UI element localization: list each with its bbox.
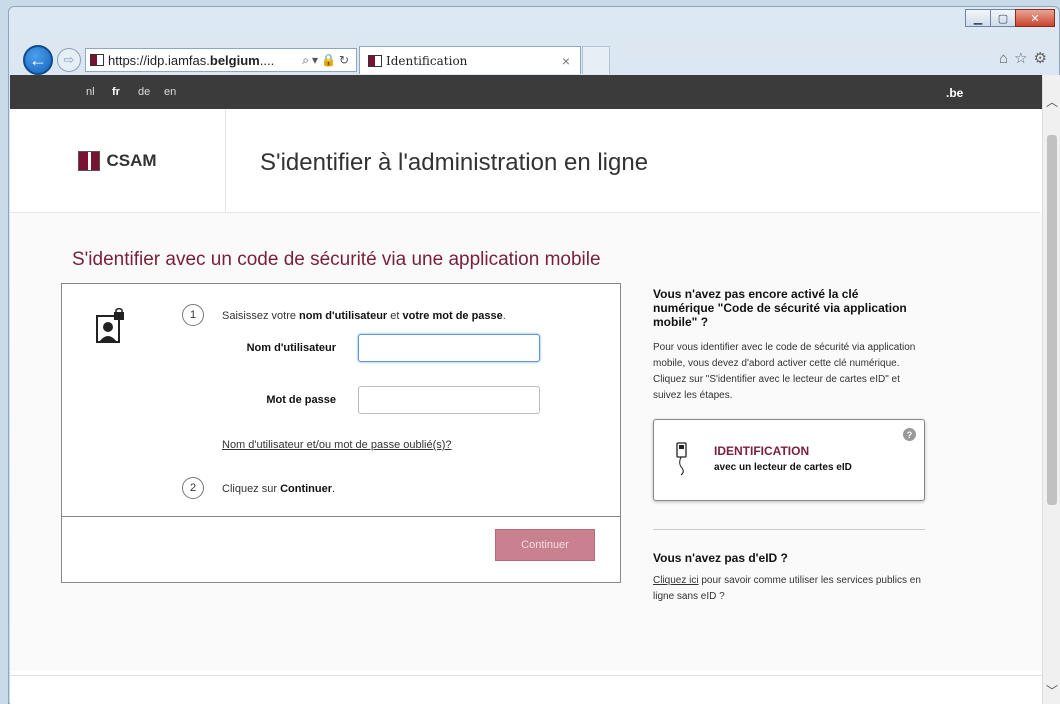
main-content: S'identifier avec un code de sécurité vi…	[10, 213, 1042, 671]
activation-heading: Vous n'avez pas encore activé la clé num…	[653, 287, 907, 329]
settings-gear-icon[interactable]: ⚙	[1034, 50, 1053, 67]
lang-de[interactable]: de	[138, 86, 150, 98]
dropdown-icon[interactable]: ▾	[312, 53, 321, 67]
no-eid-text: Cliquez ici pour savoir comme utiliser l…	[653, 575, 921, 602]
scroll-down-icon[interactable]: ﹀	[1046, 682, 1058, 699]
section-title: S'identifier avec un code de sécurité vi…	[72, 249, 601, 270]
refresh-icon[interactable]: ↻	[339, 53, 352, 67]
home-icon[interactable]: ⌂	[999, 50, 1014, 67]
scroll-thumb[interactable]	[1047, 135, 1057, 505]
lang-en[interactable]: en	[164, 86, 176, 98]
lang-fr[interactable]: fr	[112, 86, 120, 98]
browser-right-icons: ⌂☆⚙	[999, 49, 1053, 67]
address-icons: ⌕▾🔒↻	[298, 53, 356, 68]
lang-nl[interactable]: nl	[86, 86, 95, 98]
eid-title: IDENTIFICATION	[714, 444, 810, 458]
help-icon[interactable]: ?	[903, 428, 916, 441]
username-label: Nom d'utilisateur	[246, 342, 336, 354]
favorites-star-icon[interactable]: ☆	[1014, 50, 1033, 67]
activation-text: Pour vous identifier avec le code de séc…	[653, 342, 916, 401]
click-here-link[interactable]: Cliquez ici	[653, 575, 699, 586]
forgot-credentials-link[interactable]: Nom d'utilisateur et/ou mot de passe oub…	[222, 439, 452, 451]
password-input[interactable]	[358, 386, 540, 414]
new-tab-button[interactable]	[582, 46, 610, 74]
step-2-number: 2	[182, 477, 204, 499]
tab-title: Identification	[386, 53, 468, 68]
maximize-button[interactable]: ▢	[990, 9, 1016, 27]
address-bar[interactable]: https://idp.iamfas.belgium.... ⌕▾🔒↻	[85, 48, 357, 72]
forward-arrow-icon[interactable]: ⇨	[57, 48, 81, 72]
eid-subtitle: avec un lecteur de cartes eID	[714, 462, 852, 473]
password-label: Mot de passe	[266, 394, 336, 406]
browser-tab[interactable]: Identification ×	[359, 46, 581, 74]
close-button[interactable]: ✕	[1015, 9, 1055, 27]
browser-window: ▁ ▢ ✕ ← ⇨ https://idp.iamfas.belgium....…	[8, 6, 1060, 704]
login-form-card: 1 Saisissez votre nom d'utilisateur et v…	[61, 283, 621, 583]
language-bar: nl fr de en .be	[10, 75, 1060, 109]
card-reader-icon	[676, 442, 687, 476]
continue-button[interactable]: Continuer	[495, 529, 595, 561]
csam-logo-icon	[78, 151, 101, 171]
back-arrow-icon[interactable]: ←	[23, 45, 53, 75]
page-header: CSAM S'identifier à l'administration en …	[10, 109, 1040, 213]
user-lock-icon	[96, 308, 124, 343]
window-controls: ▁ ▢ ✕	[965, 9, 1055, 27]
page-viewport: nl fr de en .be CSAM S'identifier à l'ad…	[10, 75, 1060, 704]
page-title: S'identifier à l'administration en ligne	[260, 149, 649, 176]
card-divider	[62, 516, 620, 517]
csam-logo[interactable]: CSAM	[10, 109, 226, 213]
url-text: https://idp.iamfas.belgium....	[108, 52, 275, 68]
logo-text: CSAM	[106, 151, 157, 170]
tab-close-icon[interactable]: ×	[562, 53, 570, 69]
step-1-text: Saisissez votre nom d'utilisateur et vot…	[222, 310, 506, 322]
belgium-domain-label[interactable]: .be	[946, 86, 963, 100]
footer-divider	[10, 675, 1042, 676]
site-favicon-icon	[90, 54, 104, 66]
side-divider	[653, 529, 925, 530]
vertical-scrollbar[interactable]: ︿ ﹀	[1042, 75, 1060, 704]
minimize-button[interactable]: ▁	[965, 9, 991, 27]
scroll-up-icon[interactable]: ︿	[1046, 93, 1058, 110]
eid-identification-card[interactable]: IDENTIFICATION avec un lecteur de cartes…	[653, 419, 925, 501]
lock-icon[interactable]: 🔒	[321, 53, 339, 67]
search-icon[interactable]: ⌕	[302, 53, 312, 67]
username-input[interactable]	[358, 334, 540, 362]
tab-favicon-icon	[368, 54, 382, 67]
step-2-text: Cliquez sur Continuer.	[222, 483, 336, 495]
step-1-number: 1	[182, 304, 204, 326]
browser-toolbar: ← ⇨ https://idp.iamfas.belgium.... ⌕▾🔒↻ …	[9, 35, 1059, 75]
no-eid-heading: Vous n'avez pas d'eID ?	[653, 551, 788, 565]
